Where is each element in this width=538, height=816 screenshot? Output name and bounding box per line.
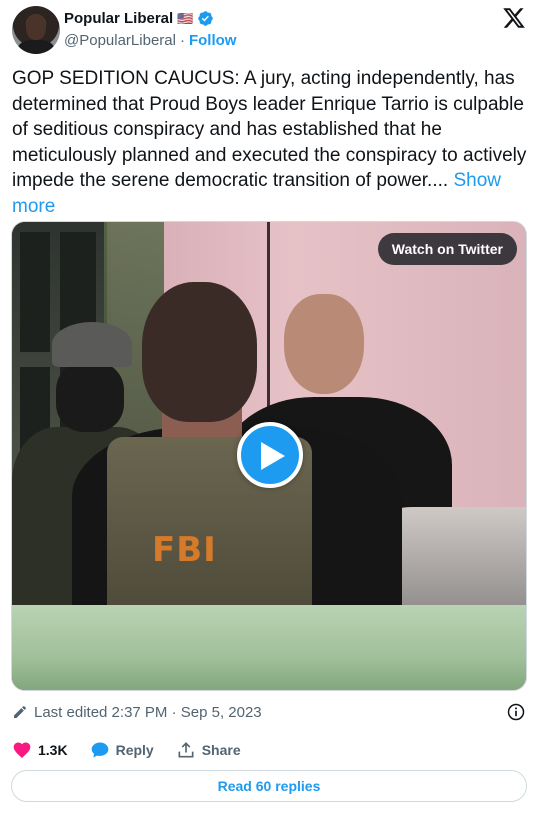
tweet-body: GOP SEDITION CAUCUS: A jury, acting inde…	[12, 68, 527, 191]
thumb-person-right-head	[284, 294, 364, 394]
handle-row: @PopularLiberal · Follow	[64, 32, 236, 49]
play-icon	[261, 442, 285, 470]
play-button[interactable]	[237, 422, 303, 488]
reply-bubble-icon	[91, 742, 108, 758]
pencil-icon	[14, 705, 27, 718]
edited-timestamp[interactable]: Last edited 2:37 PM · Sep 5, 2023	[34, 704, 262, 721]
action-bar: 1.3K Reply Share	[12, 738, 263, 762]
share-button[interactable]: Share	[176, 740, 241, 760]
name-row: Popular Liberal 🇺🇸	[64, 10, 214, 27]
like-count: 1.3K	[38, 742, 68, 758]
handle[interactable]: @PopularLiberal	[64, 32, 176, 49]
avatar[interactable]	[12, 6, 60, 54]
reply-label: Reply	[115, 742, 154, 758]
edited-row: Last edited 2:37 PM · Sep 5, 2023	[12, 700, 528, 724]
follow-button[interactable]: Follow	[189, 32, 237, 49]
avatar-shirt	[18, 40, 54, 54]
tweet-header: Popular Liberal 🇺🇸 @PopularLiberal · Fol…	[12, 6, 528, 56]
like-button[interactable]: 1.3K	[12, 740, 68, 760]
display-name[interactable]: Popular Liberal	[64, 10, 173, 27]
heart-icon	[13, 742, 31, 758]
vest-lettering: FBI	[152, 530, 217, 570]
thumb-agent-head	[142, 282, 257, 422]
reply-button[interactable]: Reply	[90, 740, 154, 760]
thumb-car-front	[12, 605, 526, 690]
thumb-person-left-face	[56, 362, 124, 432]
watch-on-twitter-button[interactable]: Watch on Twitter	[377, 233, 517, 265]
share-label: Share	[201, 742, 241, 758]
flag-icon: 🇺🇸	[177, 10, 194, 26]
video-player[interactable]: FBI Watch on Twitter	[11, 221, 527, 691]
verified-badge-icon	[198, 11, 214, 26]
read-replies-button[interactable]: Read 60 replies	[11, 770, 527, 802]
tweet-text: GOP SEDITION CAUCUS: A jury, acting inde…	[12, 66, 528, 219]
share-upload-icon	[178, 742, 194, 758]
x-logo-icon[interactable]	[502, 6, 526, 30]
separator: ·	[179, 32, 185, 49]
avatar-face	[26, 14, 46, 40]
info-icon[interactable]	[506, 702, 526, 722]
thumb-person-left-cap	[52, 322, 132, 367]
